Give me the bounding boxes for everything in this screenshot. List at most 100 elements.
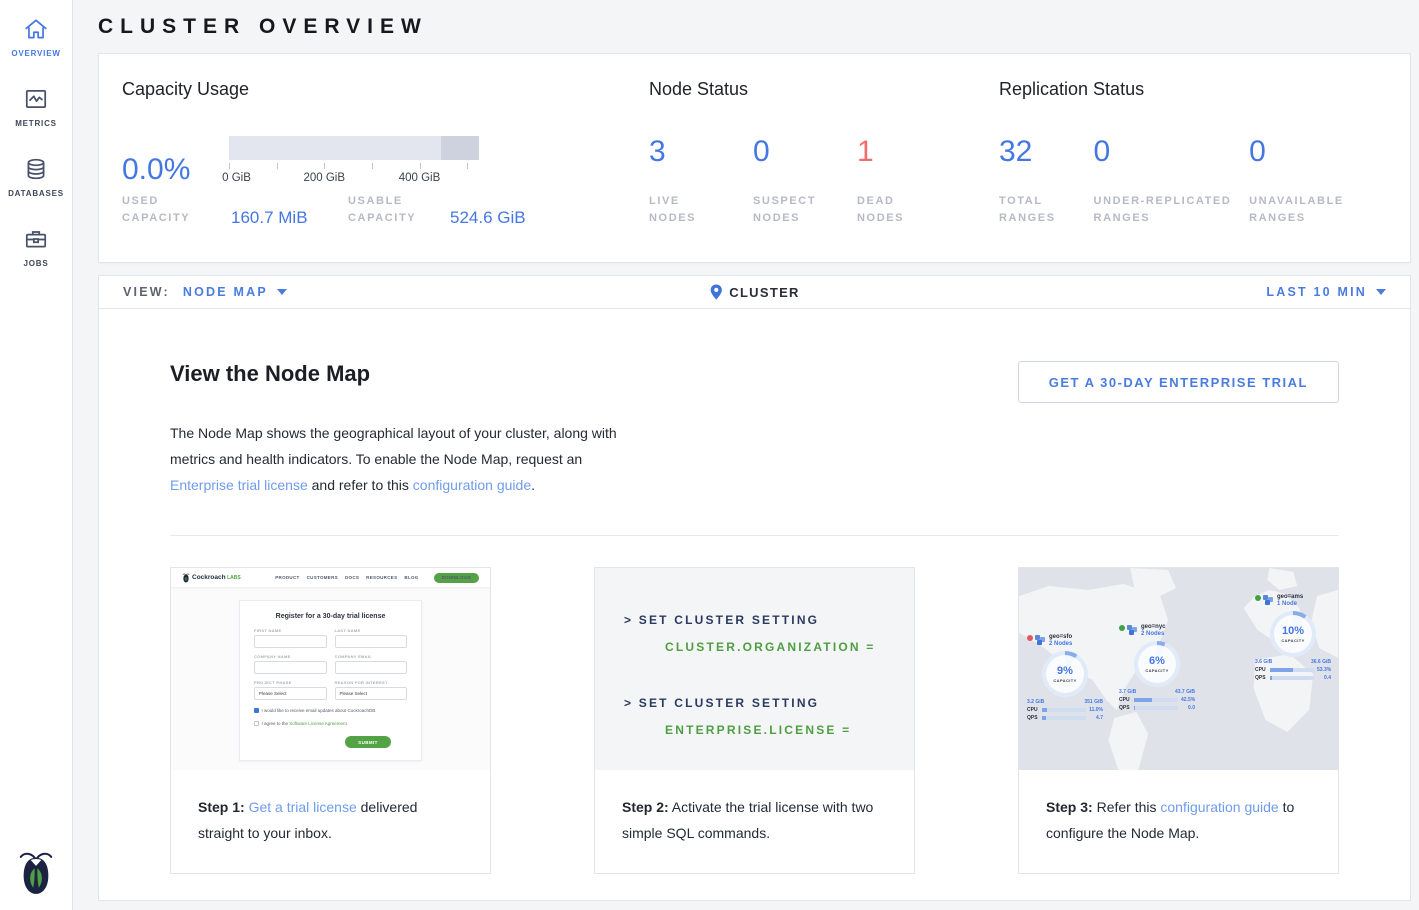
sql-argument: CLUSTER.ORGANIZATION = <box>665 640 914 654</box>
node-status-section: Node Status 3 LIVE NODES 0 SUSPECT NODES… <box>649 79 999 262</box>
jobs-icon <box>23 226 49 252</box>
map-locality-ams: geo=ams 1 Node 10% CAPACITY <box>1255 594 1331 681</box>
suspect-nodes-value: 0 <box>753 137 857 167</box>
view-selector[interactable]: NODE MAP <box>183 285 268 299</box>
app: OVERVIEW METRICS DATABASES <box>0 0 1419 910</box>
sidebar-item-databases[interactable]: DATABASES <box>0 140 72 210</box>
mini-select: Please Select <box>335 687 408 700</box>
text-segment: Step 1: <box>198 799 245 815</box>
text-segment: Step 3: <box>1046 799 1093 815</box>
time-range-value: LAST 10 MIN <box>1266 285 1367 299</box>
mini-checkbox-row: I would like to receive email updates ab… <box>254 708 407 713</box>
step-2-card: > SET CLUSTER SETTING CLUSTER.ORGANIZATI… <box>594 567 915 874</box>
total-ranges-label: TOTAL RANGES <box>999 193 1094 227</box>
replication-status-section: Replication Status 32 TOTAL RANGES 0 UND… <box>999 79 1387 262</box>
locality-name: geo=nyc <box>1141 624 1166 630</box>
steps-cards: Cockroach LABS PRODUCT CUSTOMERS DOCS RE… <box>170 567 1339 874</box>
sidebar-item-label: DATABASES <box>8 189 64 198</box>
mini-field-label: COMPANY EMAIL <box>335 654 408 659</box>
inline-link[interactable]: configuration guide <box>1160 799 1278 815</box>
axis-tick-label: 200 GiB <box>303 172 345 184</box>
breadcrumb-scope: CLUSTER <box>729 285 800 300</box>
inline-link[interactable]: Get a trial license <box>249 799 357 815</box>
under-replicated-label: UNDER-REPLICATED RANGES <box>1094 193 1250 227</box>
map-pin-icon <box>709 284 722 300</box>
mini-form-title: Register for a 30-day trial license <box>254 613 407 620</box>
suspect-nodes-label: SUSPECT NODES <box>753 193 833 227</box>
mini-submit-button: SUBMIT <box>345 736 391 748</box>
locality-name: geo=sfo <box>1049 634 1072 640</box>
mini-checkbox-empty <box>254 721 259 726</box>
time-range-selector[interactable]: LAST 10 MIN <box>1266 285 1386 299</box>
mini-checkbox-row: I agree to the Software License Agreemen… <box>254 721 407 726</box>
inline-link[interactable]: Enterprise trial license <box>170 477 308 493</box>
live-nodes-label: LIVE NODES <box>649 193 729 227</box>
cpu-label: CPU <box>1255 667 1267 673</box>
suspect-nodes-stat: 0 SUSPECT NODES <box>753 137 857 227</box>
dead-nodes-stat: 1 DEAD NODES <box>857 137 961 227</box>
locality-node-count: 1 Node <box>1277 601 1303 607</box>
step-1-card: Cockroach LABS PRODUCT CUSTOMERS DOCS RE… <box>170 567 491 874</box>
nodes-icon <box>1262 594 1274 606</box>
qps-value: 4.7 <box>1089 715 1103 721</box>
usable-capacity-label: USABLE CAPACITY <box>348 193 440 227</box>
used-capacity-value: 160.7 MiB <box>208 208 348 227</box>
chevron-down-icon[interactable] <box>277 289 287 295</box>
live-nodes-value: 3 <box>649 137 753 167</box>
capacity-axis-labels: 0 GiB 200 GiB 400 GiB <box>229 172 479 186</box>
divider <box>170 535 1339 536</box>
cpu-value: 42.5% <box>1181 697 1195 703</box>
home-icon <box>23 16 49 42</box>
trial-registration-screenshot: Cockroach LABS PRODUCT CUSTOMERS DOCS RE… <box>171 568 490 770</box>
text-segment: and refer to this <box>308 477 413 493</box>
capacity-percent: 9% <box>1057 665 1073 677</box>
capacity-total: 43.7 GiB <box>1175 689 1195 695</box>
sidebar-item-metrics[interactable]: METRICS <box>0 70 72 140</box>
qps-value: 0.0 <box>1181 705 1195 711</box>
sidebar-item-overview[interactable]: OVERVIEW <box>0 0 72 70</box>
qps-bar <box>1134 706 1178 710</box>
mini-site-nav: PRODUCT CUSTOMERS DOCS RESOURCES BLOG DO… <box>275 573 479 583</box>
text-segment: The Node Map shows the geographical layo… <box>170 425 617 467</box>
sidebar: OVERVIEW METRICS DATABASES <box>0 0 73 910</box>
cpu-label: CPU <box>1119 697 1131 703</box>
unavailable-ranges-stat: 0 UNAVAILABLE RANGES <box>1249 137 1387 227</box>
mini-logo-text: Cockroach <box>192 574 226 581</box>
mini-text-input <box>254 661 327 674</box>
dead-nodes-value: 1 <box>857 137 961 167</box>
inline-link[interactable]: configuration guide <box>413 477 531 493</box>
map-locality-nyc: geo=nyc 2 Nodes 6% CAPACITY <box>1119 624 1195 711</box>
sql-commands-illustration: > SET CLUSTER SETTING CLUSTER.ORGANIZATI… <box>595 568 914 770</box>
qps-label: QPS <box>1027 715 1039 721</box>
status-dot <box>1027 635 1033 641</box>
cockroach-beetle-icon <box>182 573 190 583</box>
cockroachdb-logo <box>0 850 72 896</box>
text-segment: I agree to the <box>262 721 290 726</box>
view-toolbar: VIEW: NODE MAP CLUSTER LAST 10 MIN <box>98 275 1411 309</box>
mini-select: Please Select <box>254 687 327 700</box>
capacity-total: 351 GiB <box>1084 699 1103 705</box>
node-map-heading: View the Node Map <box>170 361 370 387</box>
mini-field-label: FIRST NAME <box>254 628 327 633</box>
live-nodes-stat: 3 LIVE NODES <box>649 137 753 227</box>
capacity-percent: 6% <box>1149 655 1165 667</box>
text-segment: . <box>531 477 535 493</box>
sidebar-item-jobs[interactable]: JOBS <box>0 210 72 280</box>
node-map-description: The Node Map shows the geographical layo… <box>170 420 640 498</box>
sidebar-item-label: JOBS <box>24 259 49 268</box>
node-map-panel: View the Node Map GET A 30-DAY ENTERPRIS… <box>98 309 1411 901</box>
capacity-ring: 10% CAPACITY <box>1270 611 1316 657</box>
map-locality-sfo: geo=sfo 2 Nodes 9% CAPACITY <box>1027 634 1103 721</box>
main-content: CLUSTER OVERVIEW Capacity Usage 0.0% <box>73 0 1419 910</box>
cpu-bar <box>1042 708 1086 712</box>
cpu-bar <box>1270 668 1314 672</box>
enterprise-trial-button[interactable]: GET A 30-DAY ENTERPRISE TRIAL <box>1018 361 1339 403</box>
unavailable-ranges-value: 0 <box>1249 137 1387 167</box>
sql-argument: ENTERPRISE.LICENSE = <box>665 723 914 737</box>
capacity-percent: 0.0% <box>122 155 229 186</box>
mini-text-input <box>254 635 327 648</box>
mini-license-link: Software License Agreement. <box>289 721 348 726</box>
used-capacity-label: USED CAPACITY <box>122 193 208 227</box>
total-ranges-stat: 32 TOTAL RANGES <box>999 137 1094 227</box>
status-dot <box>1255 595 1261 601</box>
